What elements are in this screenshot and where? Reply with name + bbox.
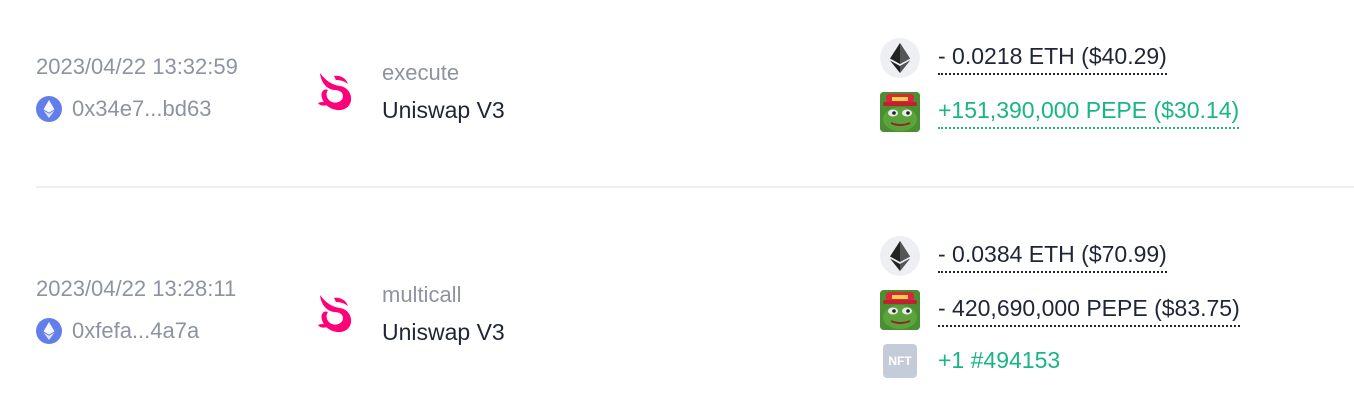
transfer-amount[interactable]: +151,390,000 PEPE ($30.14) [938,95,1240,129]
tx-method: execute [382,60,460,85]
tx-hash-link[interactable]: 0x34e7...bd63 [36,96,211,122]
ethereum-chain-icon [36,96,62,122]
transaction-row: 2023/04/22 13:28:11 0xfefa...4a7a multic… [0,188,1354,410]
protocol-name[interactable]: Uniswap V3 [382,97,505,124]
pepe-icon [880,92,920,132]
tx-timestamp: 2023/04/22 13:28:11 [36,276,237,301]
uniswap-logo-icon [310,65,360,115]
ethereum-chain-icon [36,318,62,344]
tx-hash: 0x34e7...bd63 [72,96,212,121]
transfer-amount[interactable]: - 0.0218 ETH ($40.29) [938,41,1167,75]
nft-icon: NFT [883,344,917,378]
transfer-amount[interactable]: +1 #494153 [938,345,1060,377]
uniswap-logo-icon [310,287,360,337]
transfer-amount[interactable]: - 0.0384 ETH ($70.99) [938,239,1167,273]
tx-hash-link[interactable]: 0xfefa...4a7a [36,318,199,344]
eth-icon [880,38,920,78]
protocol-name[interactable]: Uniswap V3 [382,319,505,346]
transfer-line: NFT +1 #494153 [880,344,1060,378]
transfer-line: - 420,690,000 PEPE ($83.75) [880,290,1240,330]
transfer-line: - 0.0384 ETH ($70.99) [880,236,1167,276]
transfer-line: - 0.0218 ETH ($40.29) [880,38,1167,78]
pepe-icon [880,290,920,330]
eth-icon [880,236,920,276]
tx-hash: 0xfefa...4a7a [72,318,200,343]
transfer-amount[interactable]: - 420,690,000 PEPE ($83.75) [938,293,1240,327]
tx-timestamp: 2023/04/22 13:32:59 [36,54,238,79]
transfer-line: +151,390,000 PEPE ($30.14) [880,92,1240,132]
transaction-row: 2023/04/22 13:32:59 0x34e7...bd63 execut… [0,0,1354,186]
tx-method: multicall [382,282,462,307]
